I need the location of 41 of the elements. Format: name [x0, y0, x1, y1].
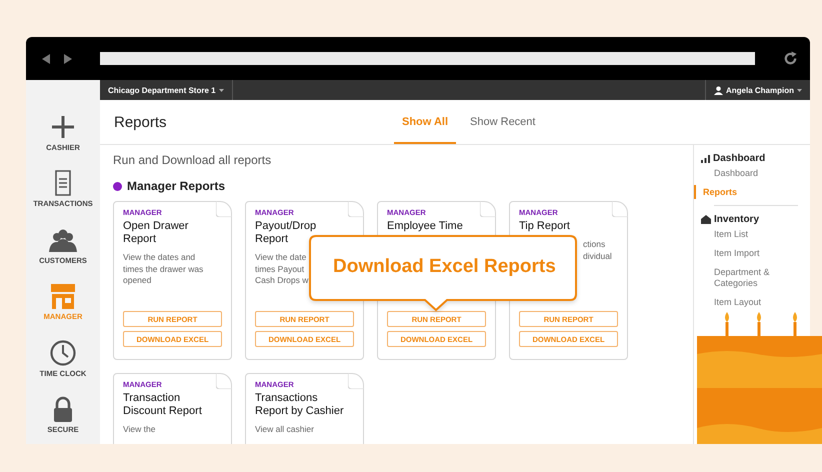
section-title: Manager Reports [127, 179, 226, 193]
bar-chart-icon [701, 154, 710, 162]
caret-icon [218, 88, 224, 92]
report-description: ctions [583, 239, 606, 250]
menu-item[interactable]: Reports [694, 185, 738, 199]
user-icon [714, 86, 723, 94]
report-description: View the dates and [123, 252, 196, 264]
page-title: Reports [113, 114, 168, 130]
store-selector[interactable]: Chicago Department Store 1 [100, 80, 233, 100]
report-title: Employee Time [387, 220, 464, 233]
menu-item[interactable]: Item Import [694, 244, 784, 263]
menu-item[interactable]: Item List [694, 225, 784, 244]
intro-text: Run and Download all reports [113, 153, 272, 167]
report-description: dividual [583, 250, 613, 262]
menu-item[interactable]: Department & Categories [694, 263, 784, 293]
caret-icon [797, 88, 802, 92]
report-description: opened [123, 275, 152, 286]
report-title: Tip Report [519, 220, 571, 233]
menu-item[interactable]: Item Layout [694, 293, 784, 312]
menu-group[interactable]: Dashboard [713, 153, 766, 164]
menu-item[interactable]: Dashboard [694, 164, 784, 183]
report-description: View all cashier [255, 424, 315, 436]
report-title: Open Drawer Report [123, 220, 190, 246]
back-forward-arrows-icon[interactable] [42, 52, 72, 64]
clock-icon [48, 338, 78, 367]
report-description: View the date [255, 252, 308, 264]
tab[interactable]: Show All [394, 100, 456, 144]
report-title: Payout/Drop Report [255, 220, 318, 246]
report-title: Transaction Discount Report [123, 392, 203, 418]
callout-text: Download Excel Reports [333, 255, 556, 279]
reload-icon[interactable] [783, 51, 798, 66]
storefront-icon [48, 282, 78, 310]
menu-group[interactable]: Inventory [714, 214, 760, 225]
report-description: View the [123, 424, 156, 436]
tab[interactable]: Show Recent [462, 100, 544, 144]
report-description: times the drawer was [123, 264, 204, 275]
section-dot-icon [113, 182, 122, 190]
report-description: Cash Drops w [255, 275, 310, 286]
user-menu[interactable]: Angela Champion [704, 80, 810, 100]
house-icon [701, 215, 711, 224]
report-title: Transactions Report by Cashier [255, 392, 345, 418]
